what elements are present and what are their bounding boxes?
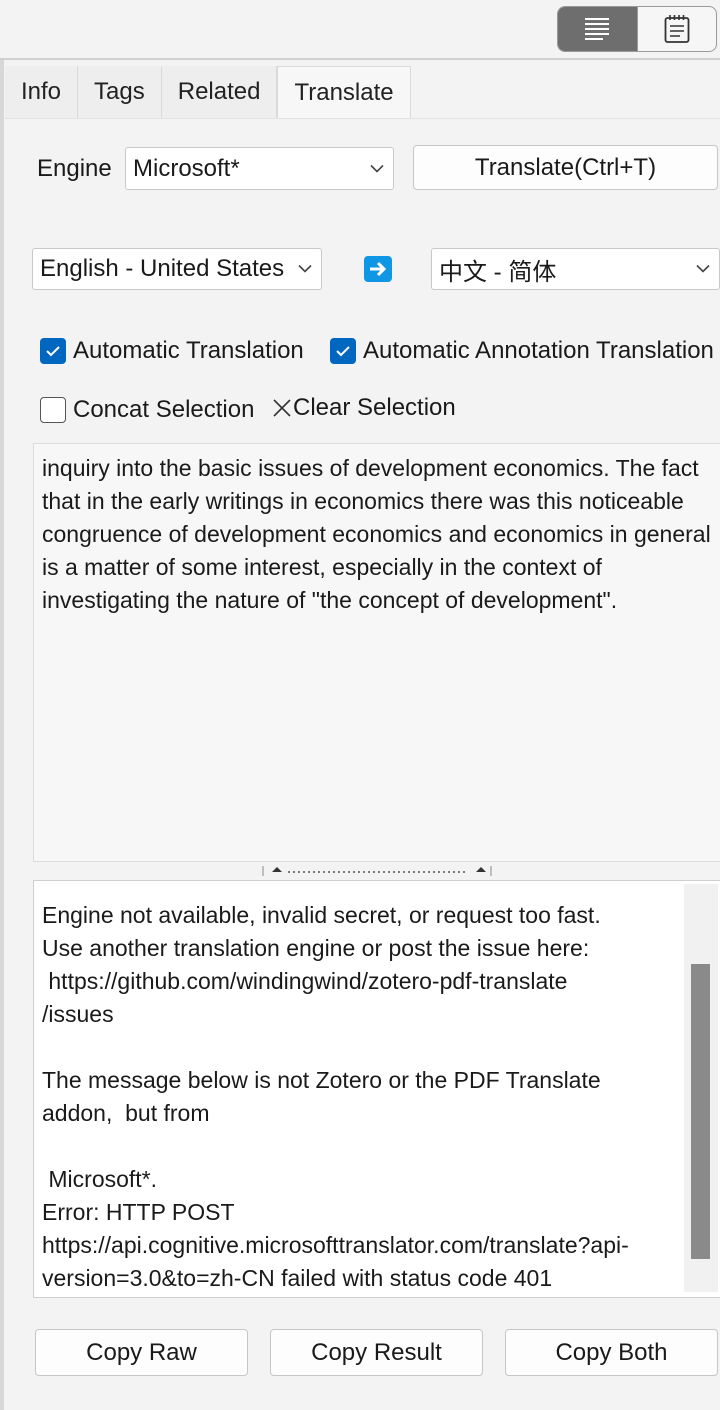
engine-label: Engine (37, 155, 112, 182)
tab-bar: Info Tags Related Translate (5, 66, 411, 118)
result-textarea[interactable]: Engine not available, invalid secret, or… (33, 880, 720, 1298)
result-line: https://github.com/windingwind/zotero-pd… (42, 968, 568, 994)
result-text: Engine not available, invalid secret, or… (42, 899, 682, 1295)
result-line: /issues (42, 1001, 114, 1027)
source-language-select[interactable]: English - United States (32, 248, 322, 290)
chevron-down-icon (696, 264, 710, 273)
top-toolbar (0, 0, 720, 60)
engine-select-value: Microsoft* (133, 154, 240, 182)
auto-translation-checkbox[interactable] (40, 338, 66, 364)
splitter-handle[interactable] (262, 864, 492, 876)
auto-annotation-checkbox[interactable] (330, 338, 356, 364)
result-line: Use another translation engine or post t… (42, 935, 590, 961)
copy-result-button[interactable]: Copy Result (270, 1329, 483, 1376)
tab-related[interactable]: Related (161, 66, 278, 118)
view-mode-toggle (557, 6, 717, 52)
result-line: Engine not available, invalid secret, or… (42, 902, 601, 928)
result-line: addon, but from (42, 1100, 210, 1126)
right-arrow-icon[interactable] (364, 256, 392, 282)
result-line (42, 1130, 682, 1163)
copy-raw-button[interactable]: Copy Raw (35, 1329, 248, 1376)
pane-edge (0, 60, 4, 1410)
auto-translation-option[interactable]: Automatic Translation (40, 337, 304, 365)
clear-selection-button[interactable]: Clear Selection (272, 394, 456, 422)
concat-selection-checkbox[interactable] (40, 397, 66, 423)
clear-selection-label: Clear Selection (293, 394, 456, 421)
result-scrollbar-thumb[interactable] (691, 964, 710, 1259)
tab-translate[interactable]: Translate (277, 66, 411, 118)
result-line: Error: HTTP POST (42, 1199, 235, 1225)
chevron-down-icon (370, 164, 384, 173)
tab-info[interactable]: Info (5, 66, 79, 118)
target-language-value: 中文 - 简体 (439, 258, 557, 286)
notes-view-button[interactable] (636, 7, 717, 51)
list-view-button[interactable] (558, 7, 637, 51)
tab-divider (5, 118, 720, 119)
auto-annotation-label: Automatic Annotation Translation (363, 337, 714, 364)
list-lines-icon (585, 18, 610, 40)
source-textarea[interactable]: inquiry into the basic issues of develop… (33, 443, 720, 862)
result-line: Microsoft*. (42, 1166, 158, 1192)
checkmark-icon (336, 346, 350, 357)
result-line (42, 1031, 682, 1064)
auto-annotation-option[interactable]: Automatic Annotation Translation (330, 337, 714, 365)
auto-translation-label: Automatic Translation (73, 337, 304, 364)
result-line: https://api.cognitive.microsofttranslato… (42, 1232, 629, 1258)
result-line: version=3.0&to=zh-CN failed with status … (42, 1265, 553, 1291)
concat-selection-label: Concat Selection (73, 396, 255, 423)
concat-selection-option[interactable]: Concat Selection (40, 396, 254, 424)
source-language-value: English - United States (40, 255, 285, 282)
close-icon (273, 399, 291, 417)
engine-select[interactable]: Microsoft* (125, 147, 394, 190)
result-line: The message below is not Zotero or the P… (42, 1067, 601, 1093)
checkmark-icon (46, 346, 60, 357)
translate-button[interactable]: Translate(Ctrl+T) (413, 145, 718, 190)
target-language-select[interactable]: 中文 - 简体 (431, 248, 720, 290)
copy-both-button[interactable]: Copy Both (505, 1329, 718, 1376)
source-text: inquiry into the basic issues of develop… (42, 455, 711, 613)
notepad-icon (664, 15, 690, 43)
tab-tags[interactable]: Tags (78, 66, 162, 118)
chevron-down-icon (298, 264, 312, 273)
